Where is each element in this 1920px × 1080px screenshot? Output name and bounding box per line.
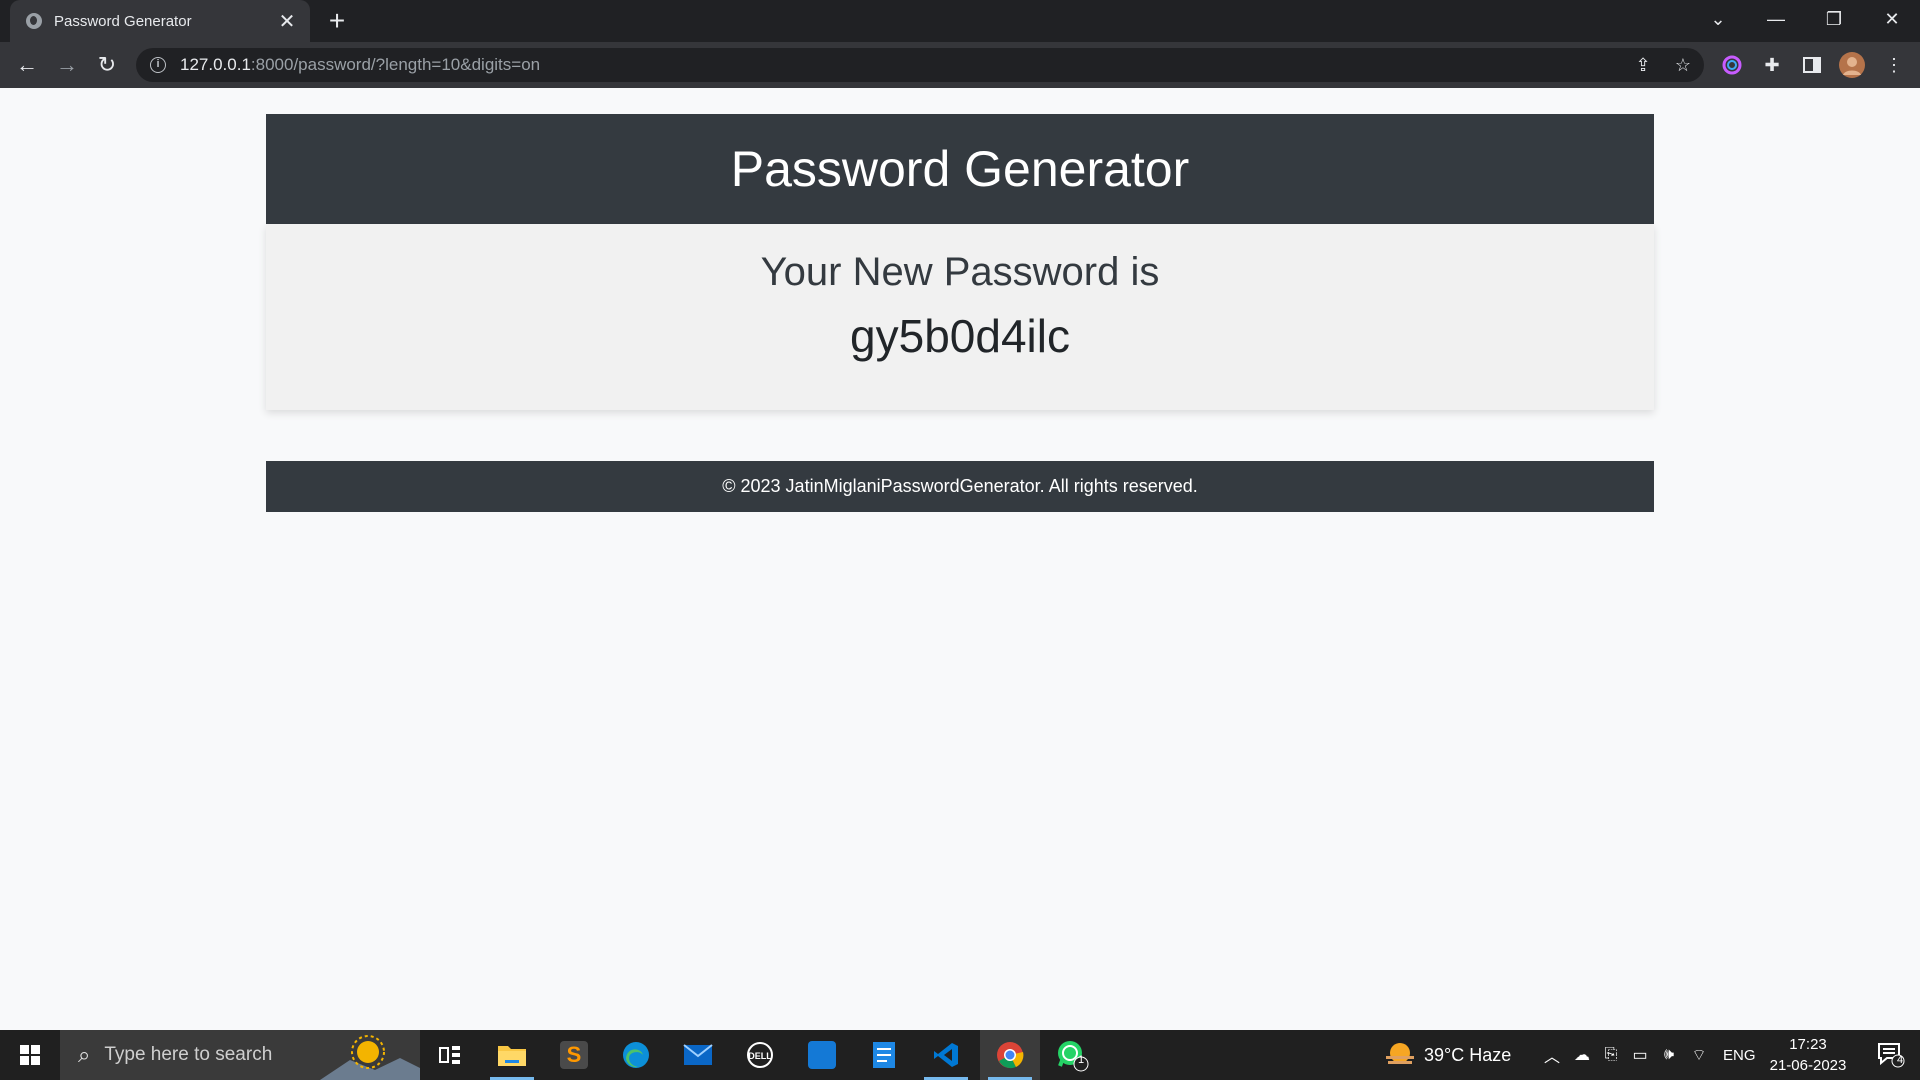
side-panel-icon[interactable] — [1797, 50, 1827, 80]
browser-toolbar: ← → ↻ i 127.0.0.1:8000/password/?length=… — [0, 42, 1920, 88]
haze-sun-icon — [1386, 1043, 1414, 1064]
battery-icon[interactable]: ▭ — [1626, 1030, 1654, 1080]
site-header: Password Generator — [266, 114, 1654, 224]
dell-icon[interactable]: DELL — [730, 1030, 790, 1080]
tab-password-generator[interactable]: Password Generator ✕ — [10, 0, 310, 42]
whatsapp-badge: 1 — [1078, 1054, 1085, 1066]
wifi-icon[interactable]: ⌔ — [1685, 1030, 1713, 1080]
notification-center-icon[interactable]: 4 — [1866, 1030, 1916, 1080]
tab-search-icon[interactable]: ⌄ — [1690, 0, 1746, 38]
close-window-icon[interactable]: ✕ — [1864, 0, 1920, 38]
system-clock[interactable]: 17:23 21-06-2023 — [1756, 1030, 1860, 1080]
address-bar[interactable]: i 127.0.0.1:8000/password/?length=10&dig… — [136, 48, 1704, 82]
extensions-puzzle-icon[interactable]: ✚ — [1757, 50, 1787, 80]
vscode-icon[interactable] — [916, 1030, 976, 1080]
minimize-icon[interactable]: — — [1748, 0, 1804, 38]
site-footer: © 2023 JatinMiglaniPasswordGenerator. Al… — [266, 461, 1654, 512]
clock-time: 17:23 — [1789, 1036, 1827, 1053]
windows-start-button[interactable] — [0, 1030, 60, 1080]
back-arrow-icon[interactable]: ← — [12, 50, 42, 80]
browser-menu-icon[interactable]: ⋮ — [1879, 50, 1909, 80]
search-icon: ⌕ — [78, 1042, 91, 1067]
file-explorer-icon[interactable] — [482, 1030, 542, 1080]
new-tab-button[interactable]: + — [322, 6, 352, 36]
search-placeholder: Type here to search — [104, 1044, 273, 1065]
reload-icon[interactable]: ↻ — [92, 50, 122, 80]
profile-avatar[interactable] — [1837, 50, 1867, 80]
sublime-text-icon[interactable]: S — [544, 1030, 604, 1080]
taskbar-search-box[interactable]: ⌕ Type here to search — [60, 1030, 420, 1080]
chrome-icon[interactable] — [980, 1030, 1040, 1080]
task-view-icon[interactable] — [420, 1030, 480, 1080]
document-app-icon[interactable] — [854, 1030, 914, 1080]
site-info-icon[interactable]: i — [150, 57, 166, 73]
windows-logo-icon — [20, 1045, 40, 1065]
onedrive-cloud-icon[interactable]: ☁ — [1568, 1030, 1596, 1080]
notification-badge: 4 — [1897, 1054, 1904, 1066]
show-hidden-icons-chevron-icon[interactable]: ︿ — [1538, 1030, 1566, 1080]
restore-icon[interactable]: ❐ — [1806, 0, 1862, 38]
extension-color-ring-icon[interactable] — [1717, 50, 1747, 80]
weather-widget[interactable]: 39°C Haze — [1384, 1030, 1511, 1080]
share-icon[interactable]: ⇪ — [1626, 48, 1660, 82]
generated-password: gy5b0d4ilc — [850, 310, 1070, 362]
store-app-icon[interactable] — [792, 1030, 852, 1080]
taskbar: ⌕ Type here to search S DELL 1 39°C Haze… — [0, 1030, 1920, 1080]
volume-icon[interactable]: 🕪 — [1655, 1030, 1683, 1080]
clock-date: 21-06-2023 — [1769, 1057, 1847, 1074]
bookmark-star-icon[interactable]: ☆ — [1666, 48, 1700, 82]
page-title: Password Generator — [730, 141, 1190, 197]
close-tab-icon[interactable]: ✕ — [276, 9, 298, 34]
whatsapp-icon[interactable]: 1 — [1042, 1030, 1102, 1080]
tab-title: Password Generator — [54, 12, 192, 30]
password-label: Your New Password is — [760, 250, 1160, 294]
store-glyph — [808, 1041, 836, 1069]
globe-icon — [26, 13, 42, 29]
input-language[interactable]: ENG — [1723, 1030, 1756, 1080]
search-highlight-sun-icon — [320, 1035, 420, 1080]
weather-text: 39°C Haze — [1424, 1044, 1512, 1065]
password-card: Your New Password is gy5b0d4ilc — [266, 224, 1654, 410]
sublime-glyph: S — [560, 1041, 588, 1069]
svg-text:DELL: DELL — [748, 1051, 772, 1061]
url-path: :8000/password/?length=10&digits=on — [250, 55, 541, 74]
url-host: 127.0.0.1 — [180, 55, 251, 74]
copyright-text: © 2023 JatinMiglaniPasswordGenerator. Al… — [722, 476, 1198, 496]
forward-arrow-icon[interactable]: → — [52, 50, 82, 80]
mail-icon[interactable] — [668, 1030, 728, 1080]
tab-strip: Password Generator ✕ + ⌄ — ❐ ✕ — [0, 0, 1920, 42]
meet-now-icon[interactable]: ⎘ — [1597, 1030, 1625, 1080]
edge-browser-icon[interactable] — [606, 1030, 666, 1080]
page-viewport: Password Generator Your New Password is … — [0, 88, 1920, 1030]
